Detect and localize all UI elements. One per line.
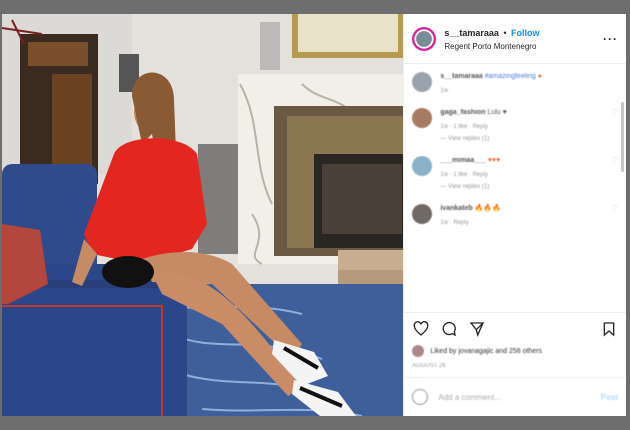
comment-icon[interactable]	[440, 320, 458, 338]
list-item: ___mimaa___ ♥♥♥ 1w · 1 like · Reply — Vi…	[412, 156, 618, 190]
avatar[interactable]	[412, 204, 433, 224]
comment-username[interactable]: ivankateb	[440, 205, 472, 212]
share-icon[interactable]	[468, 320, 486, 338]
likes-text: Liked by jovanagajic and 258 others	[430, 347, 543, 355]
location-link[interactable]: Regent Porto Montenegro	[444, 40, 603, 53]
heart-icon[interactable]	[412, 320, 430, 338]
comment-content: 🔥🔥🔥	[474, 205, 501, 212]
post-actions: Liked by jovanagajic and 258 others AUGU…	[404, 312, 626, 369]
avatar[interactable]	[412, 156, 433, 176]
avatar	[412, 345, 425, 357]
comment-body: s__tamaraaa #amazingfeeling ● 1w	[440, 72, 618, 94]
comment-meta[interactable]: 1w · 1 like · Reply	[440, 172, 608, 178]
comments-list: s__tamaraaa #amazingfeeling ● 1w gaga_fa…	[404, 64, 626, 312]
author-info: s__tamaraaa • Follow Regent Porto Monten…	[444, 25, 603, 53]
comment-body: ivankateb 🔥🔥🔥 1w · Reply	[440, 204, 608, 226]
comment-content: Lulu ♥	[487, 109, 507, 116]
comment-text: s__tamaraaa #amazingfeeling ●	[440, 72, 618, 82]
comment-meta[interactable]: 1w · 1 like · Reply	[440, 124, 608, 130]
follow-button[interactable]: Follow	[511, 28, 540, 38]
post-header: s__tamaraaa • Follow Regent Porto Monten…	[404, 14, 626, 64]
comment-text: gaga_fashion Lulu ♥	[440, 108, 608, 118]
bookmark-icon[interactable]	[600, 320, 618, 338]
comment-content: #amazingfeeling	[484, 73, 536, 80]
more-horizontal-icon[interactable]: ···	[603, 32, 618, 46]
comment-body: ___mimaa___ ♥♥♥ 1w · 1 like · Reply — Vi…	[440, 156, 608, 190]
post-photo-illustration	[2, 14, 404, 416]
add-comment-bar: Add a comment... Post	[404, 377, 626, 416]
post-modal: s__tamaraaa • Follow Regent Porto Monten…	[2, 14, 626, 416]
post-photo[interactable]	[2, 14, 404, 416]
like-comment-icon[interactable]: ♡	[608, 204, 618, 226]
header-separator: •	[503, 27, 507, 38]
author-avatar[interactable]	[412, 26, 437, 51]
action-icons-row	[412, 319, 618, 339]
emoji: ●	[537, 73, 542, 80]
comment-input[interactable]: Add a comment...	[438, 393, 600, 402]
post-comment-button[interactable]: Post	[601, 393, 618, 402]
likes-summary[interactable]: Liked by jovanagajic and 258 others	[412, 345, 618, 357]
view-replies-link[interactable]: — View replies (1)	[440, 184, 608, 190]
comment-content: ♥♥♥	[487, 157, 501, 164]
list-item: gaga_fashion Lulu ♥ 1w · 1 like · Reply …	[412, 108, 618, 142]
list-item: ivankateb 🔥🔥🔥 1w · Reply ♡	[412, 204, 618, 226]
comments-scrollbar[interactable]	[621, 102, 624, 172]
author-username[interactable]: s__tamaraaa	[444, 28, 499, 38]
like-comment-icon[interactable]: ♡	[608, 156, 618, 190]
comment-text: ___mimaa___ ♥♥♥	[440, 156, 608, 166]
list-item: s__tamaraaa #amazingfeeling ● 1w	[412, 72, 618, 94]
view-replies-link[interactable]: — View replies (1)	[440, 136, 608, 142]
comment-meta: 1w	[440, 88, 449, 94]
comment-username[interactable]: ___mimaa___	[440, 157, 486, 164]
comment-text: ivankateb 🔥🔥🔥	[440, 204, 608, 214]
comment-username[interactable]: s__tamaraaa	[440, 73, 482, 80]
comment-meta[interactable]: 1w · Reply	[440, 220, 608, 226]
post-sidebar: s__tamaraaa • Follow Regent Porto Monten…	[403, 14, 626, 416]
comment-body: gaga_fashion Lulu ♥ 1w · 1 like · Reply …	[440, 108, 608, 142]
avatar[interactable]	[412, 108, 433, 128]
post-date: AUGUST 26	[412, 363, 446, 369]
like-comment-icon[interactable]: ♡	[608, 108, 618, 142]
avatar[interactable]	[412, 72, 433, 92]
emoji-icon[interactable]	[412, 389, 429, 405]
browser-top-strip	[0, 0, 630, 14]
comment-username[interactable]: gaga_fashion	[440, 109, 485, 116]
